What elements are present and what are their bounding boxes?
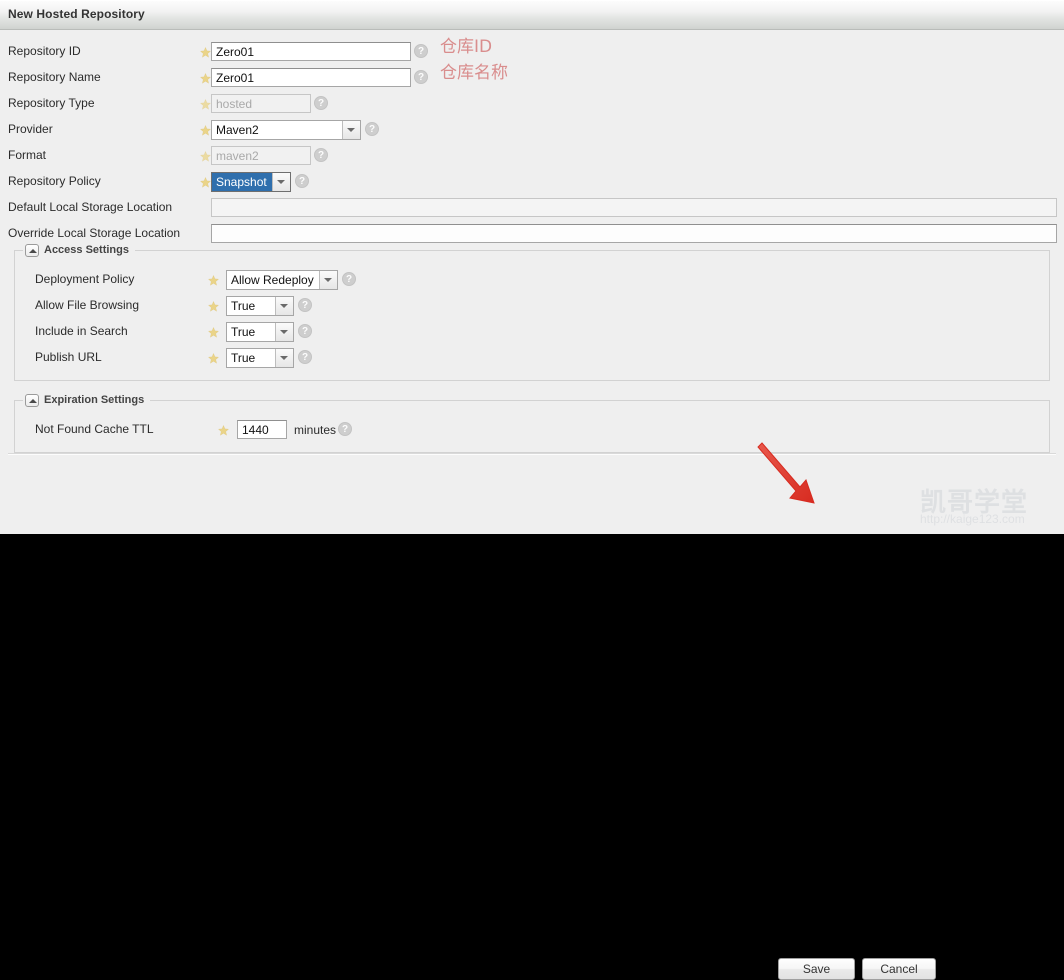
- expiration-settings-legend-label: Expiration Settings: [44, 394, 145, 406]
- field-row-repository-name: Repository Name ?: [0, 66, 1064, 92]
- field-row-not-found-cache-ttl: Not Found Cache TTL minutes ?: [15, 418, 1051, 444]
- field-label-allow-file-browsing: Allow File Browsing: [35, 298, 140, 312]
- title-bar-highlight: [0, 0, 1064, 1]
- not-found-cache-ttl-input[interactable]: [237, 420, 287, 439]
- provider-select-value: Maven2: [216, 123, 259, 137]
- format-input: [211, 146, 311, 165]
- field-row-publish-url: Publish URL True ?: [15, 346, 1051, 372]
- access-settings-fieldset: Access Settings Deployment Policy Allow …: [14, 242, 1051, 381]
- field-label-repository-name: Repository Name: [8, 70, 101, 84]
- required-star-icon: [200, 177, 211, 188]
- field-row-allow-file-browsing: Allow File Browsing True ?: [15, 294, 1051, 320]
- chevron-down-icon[interactable]: [319, 271, 337, 289]
- access-settings-legend-label: Access Settings: [44, 244, 129, 256]
- page-title: New Hosted Repository: [8, 7, 145, 21]
- repository-type-input: [211, 94, 311, 113]
- required-star-icon: [208, 275, 219, 286]
- help-icon[interactable]: ?: [295, 174, 309, 188]
- help-icon[interactable]: ?: [342, 272, 356, 286]
- field-label-include-in-search: Include in Search: [35, 324, 128, 338]
- field-label-publish-url: Publish URL: [35, 350, 102, 364]
- include-in-search-select[interactable]: True: [226, 322, 294, 342]
- field-label-repository-id: Repository ID: [8, 44, 81, 58]
- save-button[interactable]: Save: [778, 958, 855, 980]
- field-label-override-local-storage-location: Override Local Storage Location: [8, 226, 181, 240]
- help-icon[interactable]: ?: [338, 422, 352, 436]
- cancel-button[interactable]: Cancel: [862, 958, 936, 980]
- override-local-storage-location-input[interactable]: [211, 224, 1057, 243]
- field-label-repository-policy: Repository Policy: [8, 174, 101, 188]
- required-star-icon: [200, 73, 211, 84]
- watermark-url: http://kaige123.com: [920, 512, 1025, 526]
- help-icon[interactable]: ?: [414, 44, 428, 58]
- access-settings-legend: Access Settings: [23, 242, 135, 258]
- ttl-unit-label: minutes: [294, 423, 337, 437]
- required-star-icon: [208, 327, 219, 338]
- chevron-down-icon[interactable]: [275, 323, 293, 341]
- required-star-icon: [200, 151, 211, 162]
- window-title-bar: New Hosted Repository: [0, 0, 1064, 30]
- field-label-repository-type: Repository Type: [8, 96, 95, 110]
- annotation-repository-name: 仓库名称: [440, 63, 508, 83]
- required-star-icon: [200, 125, 211, 136]
- publish-url-select[interactable]: True: [226, 348, 294, 368]
- required-star-icon: [208, 353, 219, 364]
- application-window: New Hosted Repository Repository ID ? Re…: [0, 0, 1064, 980]
- dialog-footer: Save Cancel: [0, 455, 1064, 980]
- help-icon[interactable]: ?: [414, 70, 428, 84]
- field-row-default-local-storage-location: Default Local Storage Location: [0, 196, 1064, 222]
- field-row-include-in-search: Include in Search True ?: [15, 320, 1051, 346]
- repository-policy-select[interactable]: Snapshot: [211, 172, 291, 192]
- repository-name-input[interactable]: [211, 68, 411, 87]
- field-label-format: Format: [8, 148, 47, 162]
- field-label-default-local-storage-location: Default Local Storage Location: [8, 200, 173, 214]
- field-row-repository-policy: Repository Policy Snapshot ?: [0, 170, 1064, 196]
- publish-url-select-value: True: [231, 351, 256, 365]
- field-row-provider: Provider Maven2 ?: [0, 118, 1064, 144]
- chevron-down-icon[interactable]: [275, 297, 293, 315]
- field-row-override-local-storage-location: Override Local Storage Location: [0, 222, 1064, 248]
- default-local-storage-location-input: [211, 198, 1057, 217]
- required-star-icon: [200, 47, 211, 58]
- field-row-format: Format ?: [0, 144, 1064, 170]
- collapse-up-icon[interactable]: [25, 243, 39, 257]
- required-star-icon: [218, 425, 229, 436]
- help-icon[interactable]: ?: [298, 324, 312, 338]
- annotation-repository-id: 仓库ID: [440, 37, 493, 57]
- required-star-icon: [208, 301, 219, 312]
- expiration-settings-legend: Expiration Settings: [23, 392, 151, 408]
- chevron-down-icon[interactable]: [275, 349, 293, 367]
- include-in-search-select-value: True: [231, 325, 256, 339]
- help-icon[interactable]: ?: [314, 96, 328, 110]
- field-row-repository-type: Repository Type ?: [0, 92, 1064, 118]
- field-row-deployment-policy: Deployment Policy Allow Redeploy ?: [15, 268, 1051, 294]
- provider-select[interactable]: Maven2: [211, 120, 361, 140]
- field-label-provider: Provider: [8, 122, 53, 136]
- repository-policy-select-value: Snapshot: [212, 173, 272, 191]
- help-icon[interactable]: ?: [365, 122, 379, 136]
- deployment-policy-select[interactable]: Allow Redeploy: [226, 270, 338, 290]
- field-row-repository-id: Repository ID ?: [0, 40, 1064, 66]
- field-label-not-found-cache-ttl: Not Found Cache TTL: [35, 422, 154, 436]
- repository-id-input[interactable]: [211, 42, 411, 61]
- help-icon[interactable]: ?: [298, 298, 312, 312]
- expiration-settings-fieldset: Expiration Settings Not Found Cache TTL …: [14, 392, 1051, 453]
- chevron-down-icon[interactable]: [272, 173, 290, 191]
- help-icon[interactable]: ?: [298, 350, 312, 364]
- deployment-policy-select-value: Allow Redeploy: [231, 273, 314, 287]
- required-star-icon: [200, 99, 211, 110]
- repository-form: Repository ID ? Repository Name ? Reposi…: [0, 31, 1064, 453]
- collapse-up-icon[interactable]: [25, 393, 39, 407]
- field-label-deployment-policy: Deployment Policy: [35, 272, 135, 286]
- allow-file-browsing-select[interactable]: True: [226, 296, 294, 316]
- help-icon[interactable]: ?: [314, 148, 328, 162]
- watermark: 凯哥学堂 http://kaige123.com: [918, 482, 1058, 528]
- allow-file-browsing-select-value: True: [231, 299, 256, 313]
- chevron-down-icon[interactable]: [342, 121, 360, 139]
